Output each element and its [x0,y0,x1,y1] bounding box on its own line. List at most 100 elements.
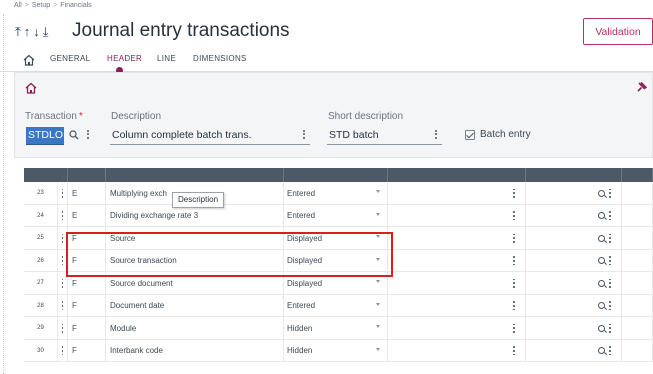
search-icon[interactable] [598,234,606,242]
table-row[interactable]: 23 E Multiplying exch Entered [24,182,653,205]
default-value-cell[interactable] [388,249,526,272]
dropdown-caret-icon[interactable] [376,302,380,306]
description-cell[interactable]: Interbank code [106,339,284,362]
home-icon[interactable] [24,81,38,95]
grid-header-col[interactable] [68,168,106,182]
more-vertical-icon[interactable] [58,204,68,227]
batch-entry-checkbox[interactable] [465,130,475,140]
default-value-cell[interactable] [388,227,526,250]
validation-button[interactable]: Validation [583,18,653,45]
breadcrumb-item-setup[interactable]: Setup [32,2,50,9]
table-row[interactable]: 30 F Interbank code Hidden [24,339,653,362]
search-icon[interactable] [598,324,606,332]
breadcrumb-item-financials[interactable]: Financials [60,2,92,9]
table-row[interactable]: 29 F Module Hidden [24,317,653,340]
more-vertical-icon[interactable] [609,255,611,266]
control-cell[interactable] [526,227,622,250]
more-vertical-icon[interactable] [87,128,91,140]
description-cell[interactable]: Source [106,227,284,250]
search-icon[interactable] [598,279,606,287]
grid-header-col[interactable] [622,168,653,182]
grid-header-col[interactable] [526,168,622,182]
dropdown-caret-icon[interactable] [376,325,380,328]
default-value-cell[interactable] [388,182,526,205]
control-cell[interactable] [526,204,622,227]
more-vertical-icon[interactable] [513,345,515,356]
table-row[interactable]: 27 F Source document Displayed [24,272,653,295]
grid-header-col[interactable] [24,168,68,182]
more-vertical-icon[interactable] [58,227,68,250]
control-cell[interactable] [526,339,622,362]
sort-bottom-icon[interactable]: ⤓ [43,24,52,39]
more-vertical-icon[interactable] [609,323,611,334]
entry-mode-select[interactable]: Entered [284,182,388,205]
dropdown-caret-icon[interactable] [376,257,380,261]
tab-dimensions[interactable]: DIMENSIONS [193,54,247,63]
dropdown-caret-icon[interactable] [376,347,380,351]
dropdown-caret-icon[interactable] [376,190,380,193]
more-vertical-icon[interactable] [513,323,515,334]
grid-header-col[interactable] [284,168,388,182]
search-icon[interactable] [69,130,79,140]
entry-mode-select[interactable]: Displayed [284,227,388,250]
search-icon[interactable] [598,302,606,310]
more-vertical-icon[interactable] [58,182,68,205]
more-vertical-icon[interactable] [609,278,611,289]
entry-mode-select[interactable]: Displayed [284,249,388,272]
more-vertical-icon[interactable] [513,210,515,221]
short-description-field[interactable]: STD batch [327,127,442,145]
more-vertical-icon[interactable] [58,272,68,295]
dropdown-caret-icon[interactable] [376,280,380,283]
more-vertical-icon[interactable] [513,255,515,266]
description-cell[interactable]: Module [106,317,284,340]
tab-line[interactable]: LINE [157,54,176,63]
more-vertical-icon[interactable] [58,294,68,317]
entry-mode-select[interactable]: Hidden [284,339,388,362]
more-vertical-icon[interactable] [513,233,515,244]
more-vertical-icon[interactable] [609,300,611,311]
default-value-cell[interactable] [388,317,526,340]
sort-up-icon[interactable]: ↑ [24,24,34,39]
entry-mode-select[interactable]: Entered [284,294,388,317]
entry-mode-select[interactable]: Hidden [284,317,388,340]
breadcrumb-item-all[interactable]: All [14,2,22,9]
dropdown-caret-icon[interactable] [376,212,380,216]
more-vertical-icon[interactable] [435,128,439,140]
more-vertical-icon[interactable] [609,345,611,356]
dropdown-caret-icon[interactable] [376,235,380,238]
search-icon[interactable] [598,347,606,355]
default-value-cell[interactable] [388,294,526,317]
control-cell[interactable] [526,317,622,340]
table-row[interactable]: 28 F Document date Entered [24,294,653,317]
more-vertical-icon[interactable] [609,210,611,221]
control-cell[interactable] [526,249,622,272]
description-field[interactable]: Column complete batch trans. [110,127,310,145]
table-row[interactable]: 26 F Source transaction Displayed [24,249,653,272]
entry-mode-select[interactable]: Displayed [284,272,388,295]
more-vertical-icon[interactable] [58,339,68,362]
more-vertical-icon[interactable] [513,188,515,199]
entry-mode-select[interactable]: Entered [284,204,388,227]
tab-header[interactable]: HEADER [107,54,142,63]
search-icon[interactable] [598,212,606,220]
grid-header-col[interactable] [106,168,284,182]
control-cell[interactable] [526,182,622,205]
description-cell[interactable]: Document date [106,294,284,317]
description-cell[interactable]: Source transaction [106,249,284,272]
search-icon[interactable] [598,189,606,197]
tab-general[interactable]: GENERAL [50,54,90,63]
more-vertical-icon[interactable] [303,128,307,140]
default-value-cell[interactable] [388,272,526,295]
default-value-cell[interactable] [388,339,526,362]
transaction-field[interactable]: STDLO [26,127,64,145]
sort-top-icon[interactable]: ⤒ [15,24,24,39]
default-value-cell[interactable] [388,204,526,227]
more-vertical-icon[interactable] [58,249,68,272]
table-row[interactable]: 24 E Dividing exchange rate 3 Entered [24,204,653,227]
more-vertical-icon[interactable] [609,188,611,199]
more-vertical-icon[interactable] [513,300,515,311]
home-icon[interactable] [22,53,36,67]
sort-down-icon[interactable]: ↓ [33,24,43,39]
more-vertical-icon[interactable] [58,317,68,340]
control-cell[interactable] [526,294,622,317]
